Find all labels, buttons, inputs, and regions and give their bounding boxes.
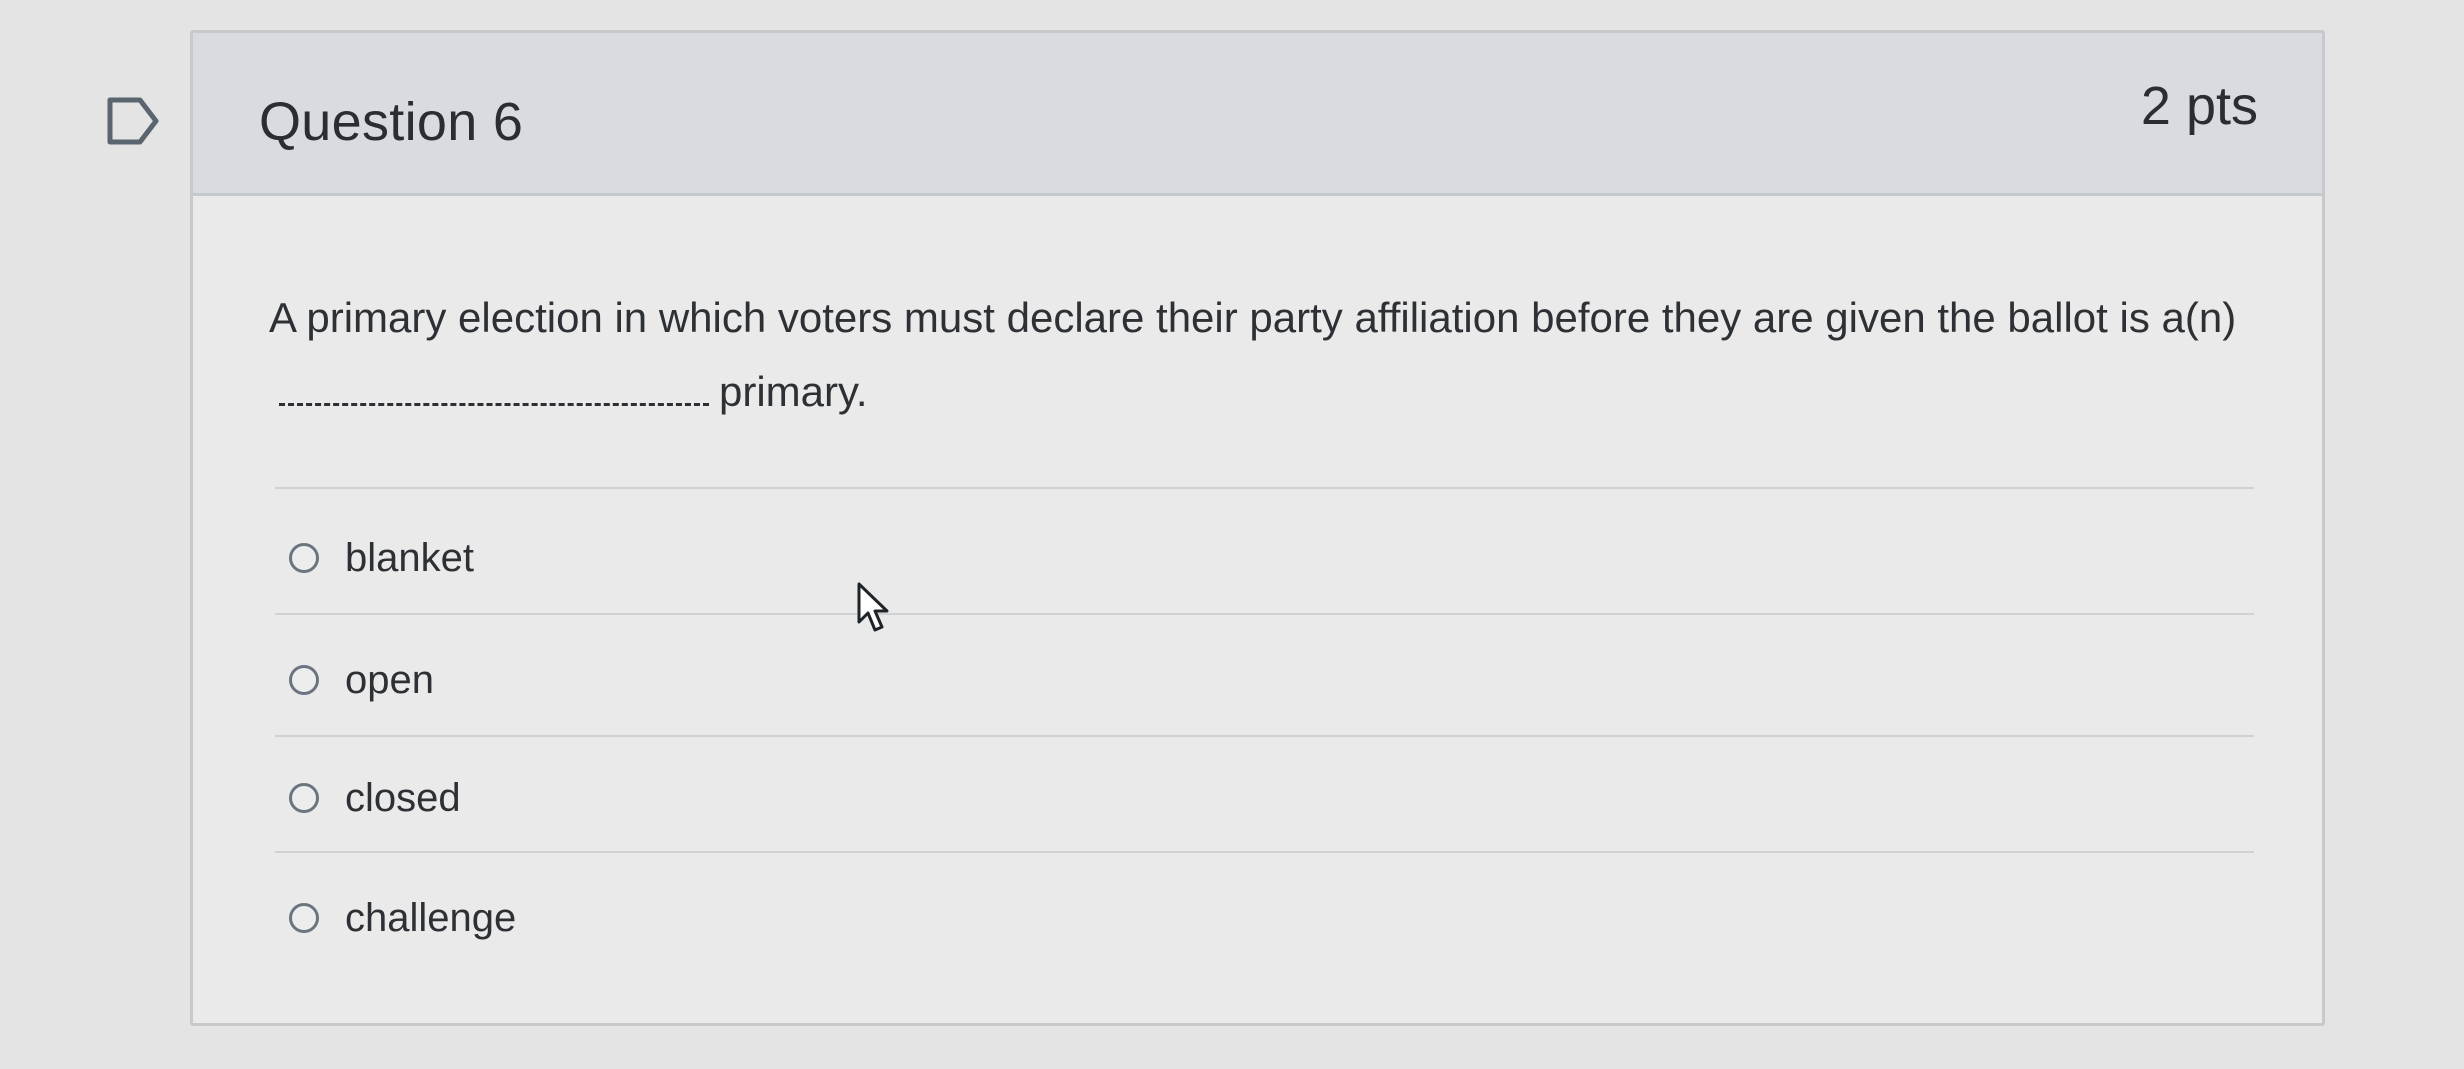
answer-label: closed [345,775,461,820]
question-points: 2 pts [2140,76,2258,136]
question-text: A primary election in which voters must … [269,281,2269,429]
question-header: Question 6 2 pts [193,33,2322,196]
answer-option-closed[interactable]: closed [289,763,461,833]
fill-in-blank [279,375,709,406]
question-card: Question 6 2 pts A primary election in w… [190,30,2325,1026]
question-text-before: A primary election in which voters must … [269,294,2237,341]
radio-button[interactable] [289,665,319,695]
divider [275,735,2254,737]
answer-option-open[interactable]: open [289,645,434,715]
question-title: Question 6 [259,92,524,152]
answer-label: blanket [345,535,474,580]
divider [275,613,2254,615]
radio-button[interactable] [289,543,319,573]
question-text-after: primary. [719,368,868,415]
mouse-pointer-icon [857,582,889,632]
answer-option-blanket[interactable]: blanket [289,523,474,593]
answer-label: open [345,657,434,702]
answer-option-challenge[interactable]: challenge [289,883,516,953]
divider [275,487,2254,489]
radio-button[interactable] [289,783,319,813]
flag-question-icon[interactable] [106,96,160,146]
radio-button[interactable] [289,903,319,933]
divider [275,851,2254,853]
answer-label: challenge [345,895,517,940]
